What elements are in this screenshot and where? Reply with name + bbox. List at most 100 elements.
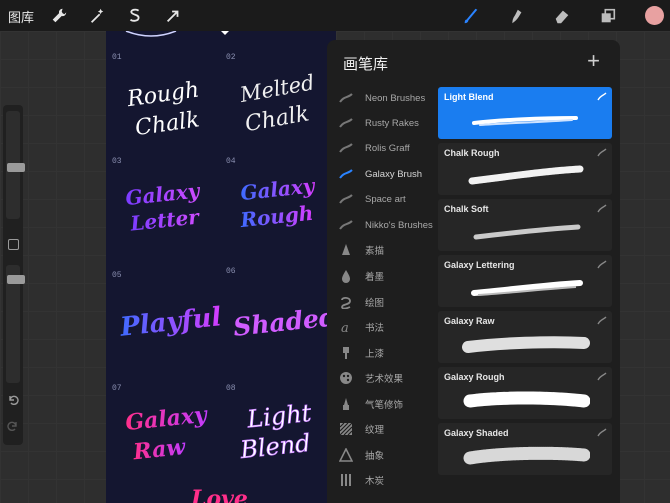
- svg-text:Chalk: Chalk: [134, 107, 201, 141]
- left-sidebar: [3, 105, 25, 445]
- magic-wand-icon[interactable]: [86, 5, 108, 27]
- brush-stroke-icon: [333, 142, 359, 154]
- category-abstract[interactable]: 抽象: [327, 443, 437, 467]
- category-airbrushing[interactable]: 气笔修饰: [327, 392, 437, 416]
- category-label: Space art: [365, 193, 406, 205]
- brush-item-galaxy-lettering[interactable]: Galaxy Lettering: [438, 255, 612, 307]
- svg-text:Letter: Letter: [128, 204, 201, 235]
- svg-text:Chalk: Chalk: [243, 101, 311, 137]
- panel-title: 画笔库: [343, 56, 389, 73]
- color-swatch[interactable]: [645, 6, 664, 25]
- cell-number: 06: [226, 267, 236, 276]
- ink-drop-icon: [333, 269, 359, 283]
- category-label: 纹理: [365, 425, 385, 436]
- transform-arrow-icon[interactable]: [162, 5, 184, 27]
- modify-button[interactable]: [8, 239, 19, 250]
- brush-name: Galaxy Lettering: [444, 260, 515, 270]
- smudge-icon[interactable]: [505, 5, 527, 27]
- brush-item-chalk-rough[interactable]: Chalk Rough: [438, 143, 612, 195]
- top-toolbar: 图库: [0, 0, 670, 31]
- opacity-slider[interactable]: [6, 265, 25, 383]
- brush-stroke-icon: [597, 204, 607, 213]
- brush-item-galaxy-raw[interactable]: Galaxy Raw: [438, 311, 612, 363]
- category-label: 木炭: [365, 476, 385, 487]
- svg-text:Raw: Raw: [131, 434, 187, 466]
- category-label: 绘图: [365, 298, 385, 309]
- category-label: Neon Brushes: [365, 92, 426, 104]
- undo-icon[interactable]: [7, 393, 19, 411]
- brush-name: Light Blend: [444, 92, 494, 102]
- swirl-icon: [333, 295, 359, 309]
- category-space-art[interactable]: Space art: [327, 187, 437, 211]
- brush-name: Galaxy Raw: [444, 316, 495, 326]
- category-drawing[interactable]: 绘图: [327, 290, 437, 314]
- svg-text:Light: Light: [245, 399, 313, 434]
- triangle-icon: [333, 448, 359, 462]
- brush-stroke-icon: [333, 193, 359, 205]
- brush-item-light-blend[interactable]: Light Blend: [438, 87, 612, 139]
- category-nikkos-brushes[interactable]: Nikko's Brushes: [327, 213, 437, 237]
- stroke-preview: [473, 224, 581, 240]
- redo-icon[interactable]: [7, 419, 19, 437]
- cell-number: 02: [226, 53, 236, 62]
- stroke-preview: [462, 336, 590, 353]
- category-inking[interactable]: 着墨: [327, 264, 437, 288]
- stroke-preview: [472, 116, 578, 126]
- category-textures[interactable]: 纹理: [327, 417, 437, 441]
- add-brush-set-button[interactable]: +: [587, 48, 600, 74]
- category-artistic[interactable]: 艺术效果: [327, 366, 437, 390]
- brush-name: Galaxy Rough: [444, 372, 505, 382]
- wrench-icon[interactable]: [48, 5, 70, 27]
- category-label: Nikko's Brushes: [365, 219, 433, 231]
- category-rolis-graff[interactable]: Rolis Graff: [327, 136, 437, 160]
- svg-text:a: a: [341, 321, 349, 334]
- cell-number: 03: [112, 157, 122, 166]
- texture-icon: [333, 422, 359, 436]
- category-galaxy-brush[interactable]: Galaxy Brush: [327, 162, 437, 186]
- svg-text:Rough: Rough: [238, 201, 314, 233]
- category-charcoals[interactable]: 木炭: [327, 468, 437, 492]
- svg-text:Playful: Playful: [118, 302, 223, 343]
- category-label: 着墨: [365, 272, 385, 283]
- brush-name: Chalk Soft: [444, 204, 489, 214]
- lettering-artwork: Rough Chalk Melted Chalk Galaxy Letter G…: [118, 31, 336, 503]
- cell-number: 07: [112, 384, 122, 393]
- brush-stroke-icon: [597, 316, 607, 325]
- brush-size-slider[interactable]: [6, 111, 25, 219]
- brush-stroke-icon: [333, 92, 359, 104]
- svg-text:Blend: Blend: [238, 429, 312, 464]
- category-sketching[interactable]: 素描: [327, 238, 437, 262]
- category-calligraphy[interactable]: a 书法: [327, 315, 437, 339]
- brush-size-thumb[interactable]: [7, 163, 25, 172]
- category-painting[interactable]: 上漆: [327, 341, 437, 365]
- brush-name: Galaxy Shaded: [444, 428, 509, 438]
- eraser-icon[interactable]: [551, 5, 573, 27]
- brush-item-galaxy-shaded[interactable]: Galaxy Shaded: [438, 423, 612, 475]
- paint-brush-icon: [333, 346, 359, 360]
- brush-stroke-icon: [597, 372, 607, 381]
- charcoal-icon: [333, 473, 359, 487]
- airbrush-icon: [333, 397, 359, 411]
- opacity-thumb[interactable]: [7, 275, 25, 284]
- brush-item-galaxy-rough[interactable]: Galaxy Rough: [438, 367, 612, 419]
- brush-name: Chalk Rough: [444, 148, 500, 158]
- brush-item-chalk-soft[interactable]: Chalk Soft: [438, 199, 612, 251]
- brush-icon[interactable]: [460, 5, 482, 27]
- pencil-icon: [333, 243, 359, 257]
- gallery-button[interactable]: 图库: [8, 7, 34, 26]
- category-neon-brushes[interactable]: Neon Brushes: [327, 86, 437, 110]
- svg-text:Love: Love: [190, 486, 248, 503]
- category-label: 素描: [365, 246, 385, 257]
- category-label: 抽象: [365, 451, 385, 462]
- brush-stroke-icon: [333, 168, 359, 180]
- category-label: 书法: [365, 323, 385, 334]
- brush-stroke-icon: [597, 92, 607, 101]
- artwork-canvas[interactable]: Rough Chalk Melted Chalk Galaxy Letter G…: [106, 31, 336, 503]
- brush-stroke-icon: [597, 148, 607, 157]
- cell-number: 08: [226, 384, 236, 393]
- stroke-preview: [463, 391, 590, 408]
- layers-icon[interactable]: [597, 5, 619, 27]
- category-rusty-rakes[interactable]: Rusty Rakes: [327, 111, 437, 135]
- cell-number: 04: [226, 157, 236, 166]
- selection-s-icon[interactable]: [124, 5, 146, 27]
